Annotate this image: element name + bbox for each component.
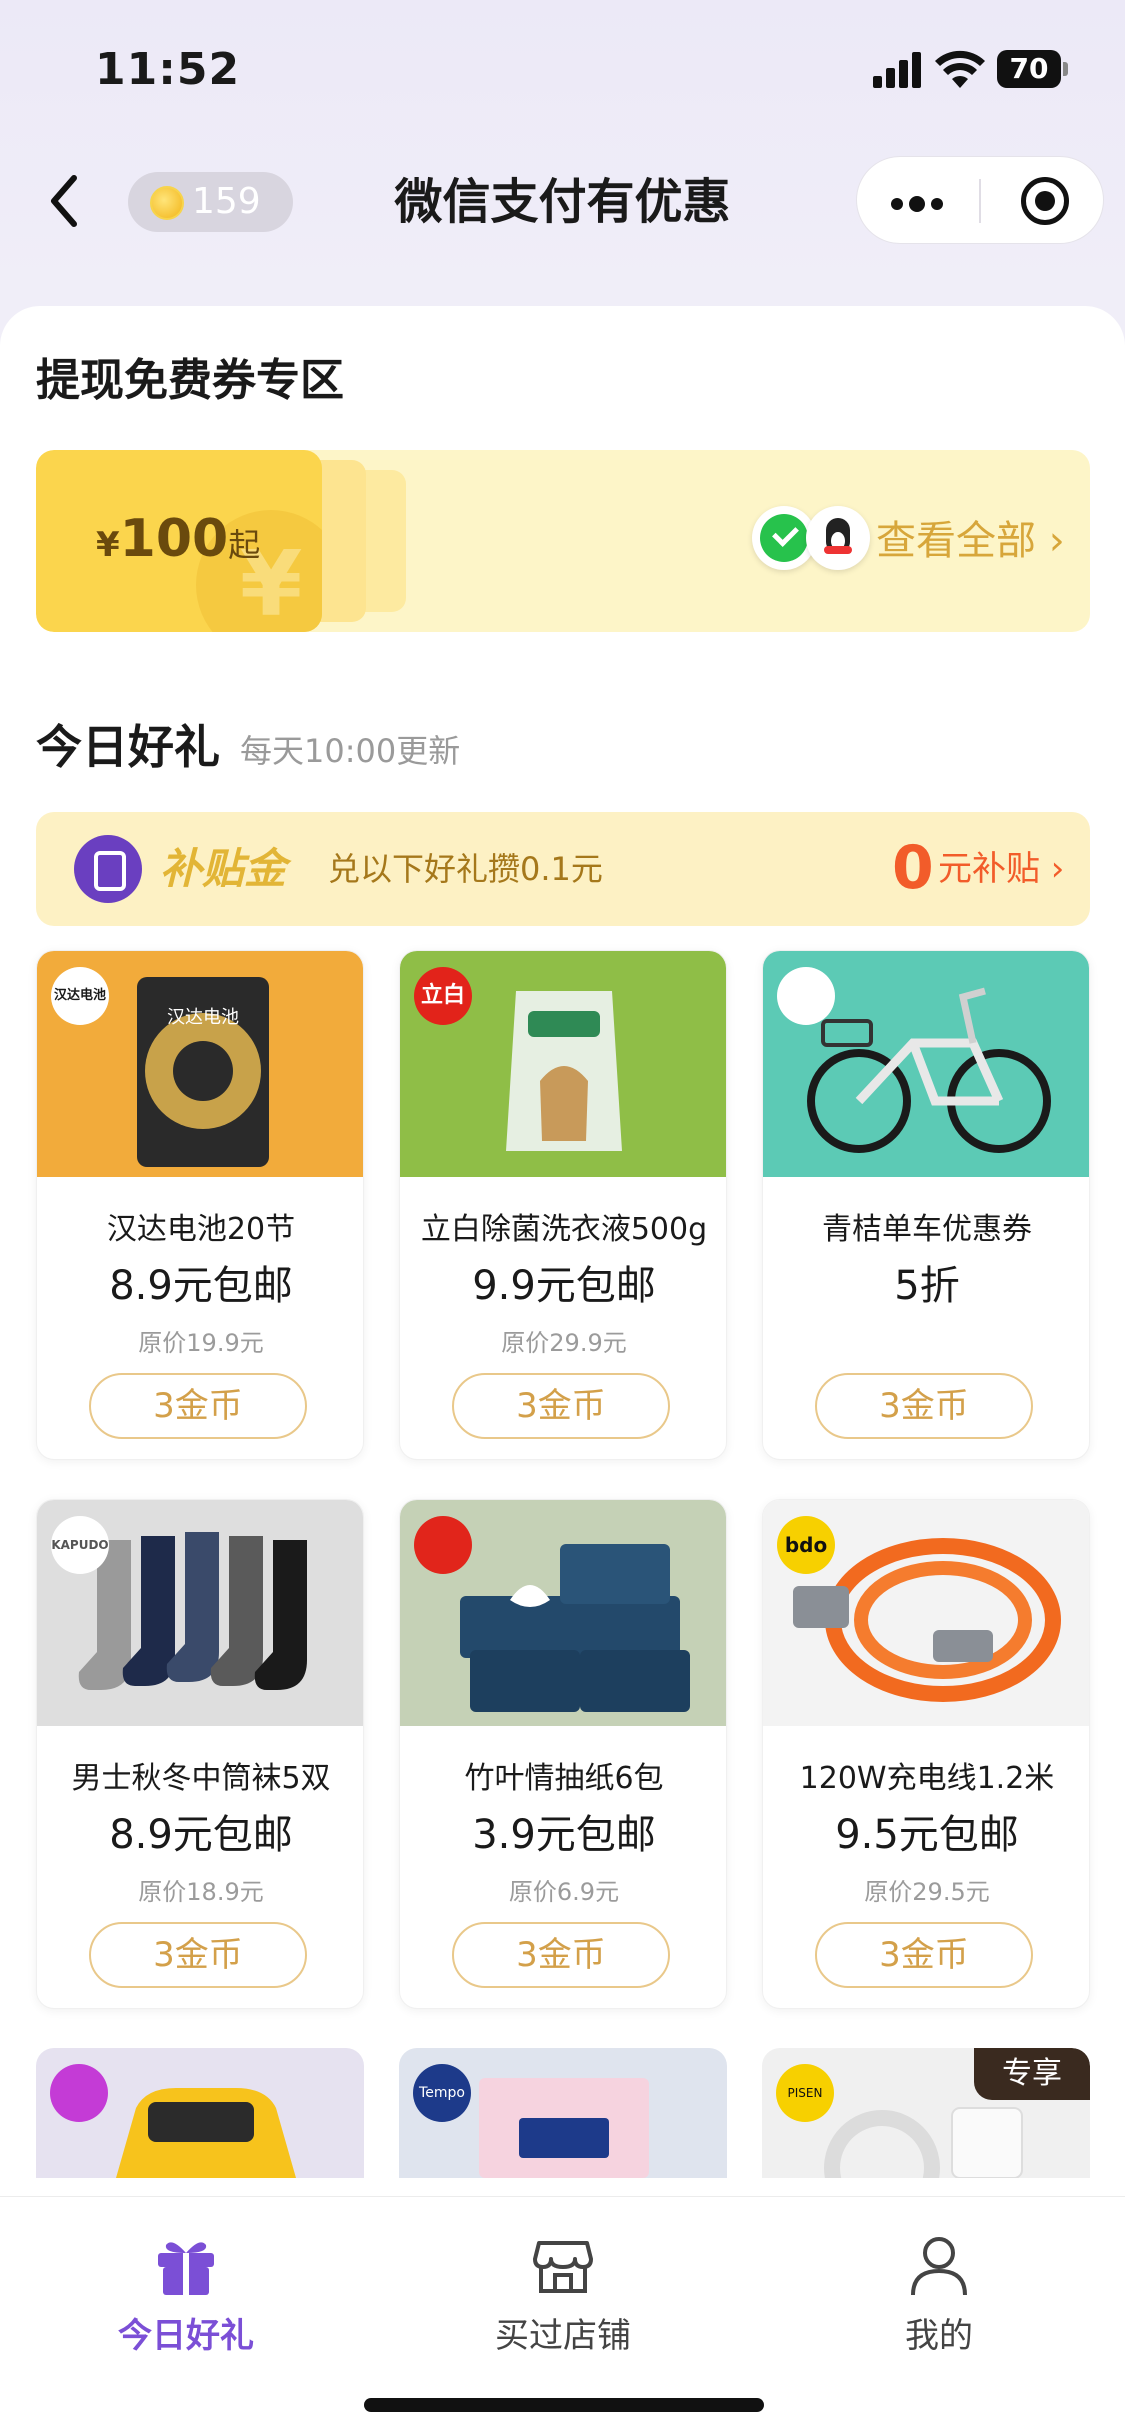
brand-logo: PISEN	[776, 2064, 834, 2122]
brand-logo: 立白	[414, 967, 472, 1025]
redeem-button[interactable]: 3金币	[815, 1922, 1033, 1988]
product-card[interactable]: 青桔单车优惠券 5折 3金币	[762, 950, 1090, 1460]
qq-icon	[806, 506, 870, 570]
coupon-amount: ¥100起	[96, 509, 261, 569]
coin-count: 159	[192, 181, 261, 222]
product-card[interactable]: KAPUDO 男士秋冬中筒袜5双 8.9元包邮 原价18.9元 3金币	[36, 1499, 364, 2009]
product-name: 120W充电线1.2米	[799, 1761, 1055, 1796]
more-icon[interactable]	[891, 195, 949, 214]
tab-today-gifts[interactable]: 今日好礼	[66, 2233, 306, 2373]
product-card[interactable]	[36, 2048, 364, 2178]
subsidy-label: 补贴金	[160, 844, 287, 893]
brand-logo: bdo	[777, 1516, 835, 1574]
product-price: 9.9元包邮	[472, 1263, 656, 1309]
product-name: 竹叶情抽纸6包	[464, 1761, 664, 1796]
status-bar: 11:52 70	[0, 0, 1125, 140]
subsidy-banner[interactable]: 补贴金 兑以下好礼攒0.1元 0 元补贴 ›	[36, 812, 1090, 926]
product-card[interactable]: bdo 120W充电线1.2米 9.5元包邮 原价29.5元 3金币	[762, 1499, 1090, 2009]
original-price: 原价29.9元	[501, 1329, 627, 1357]
tab-purchased-stores[interactable]: 买过店铺	[443, 2233, 683, 2373]
battery-icon: 70	[997, 50, 1069, 88]
battery-level: 70	[997, 50, 1061, 88]
product-price: 8.9元包邮	[109, 1263, 293, 1309]
product-card[interactable]: PISEN 专享	[762, 2048, 1090, 2178]
product-name: 立白除菌洗衣液500g	[420, 1212, 708, 1247]
brand-logo: Tempo	[413, 2064, 471, 2122]
subsidy-unit-link[interactable]: 元补贴 ›	[938, 842, 1064, 896]
tab-label: 买过店铺	[495, 2316, 631, 2356]
product-card[interactable]: 竹叶情抽纸6包 3.9元包邮 原价6.9元 3金币	[399, 1499, 727, 2009]
product-price: 3.9元包邮	[472, 1812, 656, 1858]
brand-logo: KAPUDO	[51, 1516, 109, 1574]
wifi-icon	[935, 50, 985, 88]
cellular-signal-icon	[873, 52, 925, 88]
original-price: 原价18.9元	[138, 1878, 264, 1906]
original-price: 原价29.5元	[864, 1878, 990, 1906]
coin-icon	[150, 186, 184, 220]
coin-balance[interactable]: 159	[128, 172, 293, 232]
redeem-button[interactable]: 3金币	[452, 1373, 670, 1439]
home-indicator[interactable]	[364, 2398, 764, 2412]
coupon-card[interactable]: ¥ ¥100起	[36, 450, 322, 632]
brand-logo: 汉达电池	[51, 967, 109, 1025]
section-title-coupons: 提现免费券专区	[36, 355, 344, 406]
product-name: 汉达电池20节	[106, 1212, 296, 1247]
redeem-button[interactable]: 3金币	[452, 1922, 670, 1988]
tab-label: 我的	[905, 2316, 973, 2356]
subsidy-badge-icon	[74, 835, 142, 903]
jd-logo-icon	[414, 1516, 472, 1574]
miniprogram-capsule	[856, 156, 1104, 244]
tab-mine[interactable]: 我的	[819, 2233, 1059, 2373]
exclusive-tag: 专享	[974, 2048, 1090, 2100]
original-price: 原价19.9元	[138, 1329, 264, 1357]
qingju-logo-icon	[777, 967, 835, 1025]
product-name: 男士秋冬中筒袜5双	[71, 1761, 331, 1796]
product-price: 9.5元包邮	[835, 1812, 1019, 1858]
product-card[interactable]: 立白 立白除菌洗衣液500g 9.9元包邮 原价29.9元 3金币	[399, 950, 727, 1460]
product-price: 5折	[894, 1263, 960, 1309]
subsidy-description: 兑以下好礼攒0.1元	[328, 850, 603, 888]
store-icon	[533, 2241, 593, 2293]
product-name: 青桔单车优惠券	[822, 1212, 1032, 1247]
view-all-link[interactable]: 查看全部 ›	[876, 508, 1065, 574]
gift-icon	[158, 2242, 214, 2295]
coupon-banner[interactable]: ¥ ¥100起 查看全部 ›	[36, 450, 1090, 632]
redeem-button[interactable]: 3金币	[815, 1373, 1033, 1439]
original-price: 原价6.9元	[508, 1878, 620, 1906]
subsidy-amount: 0	[892, 833, 934, 903]
product-price: 8.9元包邮	[109, 1812, 293, 1858]
svg-text:汉达电池: 汉达电池	[167, 1007, 239, 1028]
brand-logo-icon	[50, 2064, 108, 2122]
close-miniprogram-icon[interactable]	[1021, 177, 1069, 225]
section-title-gifts: 今日好礼	[36, 720, 220, 774]
back-chevron-icon[interactable]	[40, 168, 90, 234]
redeem-button[interactable]: 3金币	[89, 1373, 307, 1439]
product-card[interactable]: 汉达电池 汉达电池 汉达电池20节 8.9元包邮 原价19.9元 3金币	[36, 950, 364, 1460]
status-time: 11:52	[95, 44, 241, 95]
product-card[interactable]: Tempo	[399, 2048, 727, 2178]
user-icon	[911, 2237, 967, 2296]
update-time-note: 每天10:00更新	[240, 732, 461, 770]
redeem-button[interactable]: 3金币	[89, 1922, 307, 1988]
page-title: 微信支付有优惠	[394, 174, 731, 230]
tab-label: 今日好礼	[118, 2316, 254, 2356]
